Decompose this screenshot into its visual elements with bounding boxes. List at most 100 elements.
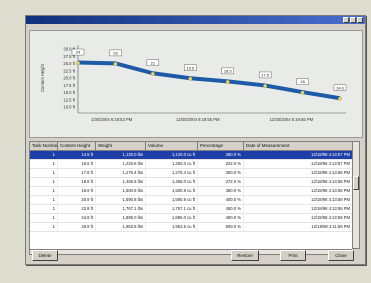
vertical-scroll-thumb[interactable]	[353, 176, 359, 190]
y-tick-label: 12.5 ft	[63, 97, 75, 102]
data-label: 19.5	[186, 65, 195, 70]
table-body: 1 14.5 ft 1,120.0 lbs 1,120.0 cu ft 280.0 % 1…	[30, 151, 353, 232]
y-axis-label: Content Height	[40, 63, 45, 92]
table-cell: 18.8 ft	[58, 178, 96, 186]
table-cell: 12/18/98 4:11:59 PM	[244, 223, 353, 231]
delete-button[interactable]: Delete	[32, 250, 58, 261]
table-cell: 1,963.5 cu ft	[146, 223, 198, 231]
data-point	[113, 61, 118, 66]
title-bar	[26, 16, 365, 24]
table-cell: 1	[30, 187, 58, 195]
maximize-button[interactable]	[350, 17, 356, 23]
column-header[interactable]: Weight	[96, 142, 146, 150]
x-tick-label: 12/30/2004 6:19:56 PM	[270, 117, 314, 122]
table-cell: 1,767.1 lbs	[96, 205, 146, 213]
table-cell: 1,465.6 lbs	[96, 178, 146, 186]
y-tick-label: 22.5 ft	[63, 68, 75, 73]
column-header[interactable]: Tank Number	[30, 142, 58, 150]
table-cell: 25.9 ft	[58, 223, 96, 231]
table-cell: 12/18/98 4:13:58 PM	[244, 205, 353, 213]
data-point	[263, 84, 268, 88]
data-label: 21	[151, 60, 156, 65]
data-point	[76, 61, 80, 65]
table-cell: 12/18/98 4:13:58 PM	[244, 178, 353, 186]
table-cell: 12/18/98 4:13:58 PM	[244, 214, 353, 222]
table-row[interactable]: 1 20.9 ft 1,590.8 lbs 1,590.8 cu ft 400.0 % 1…	[30, 196, 353, 205]
table-cell: 12/18/98 4:13:57 PM	[244, 151, 353, 159]
table-cell: 380.0 %	[198, 187, 244, 195]
table-row[interactable]: 1 14.5 ft 1,120.0 lbs 1,120.0 cu ft 280.0 % 1…	[30, 151, 353, 160]
table-cell: 1	[30, 223, 58, 231]
table-cell: 1,120.0 cu ft	[146, 151, 198, 159]
table-cell: 1	[30, 169, 58, 177]
table-cell: 1,590.8 cu ft	[146, 196, 198, 204]
table-cell: 480.0 %	[198, 214, 244, 222]
column-header[interactable]: Content Height	[58, 142, 96, 150]
table-cell: 16.5 ft	[58, 160, 96, 168]
content-height-chart: 30.0 ft 27.5 ft 25.0 ft 22.5 ft 20.0 ft 17.5 …	[29, 30, 363, 138]
column-header[interactable]: Volume	[146, 142, 198, 150]
table-cell: 322.0 %	[198, 160, 244, 168]
column-header[interactable]: Percentage	[198, 142, 244, 150]
data-point	[150, 71, 155, 76]
x-tick-label: 1/30/2004 6:19:52 PM	[91, 117, 133, 122]
tank-history-window: 30.0 ft 27.5 ft 25.0 ft 22.5 ft 20.0 ft 17.5 …	[25, 15, 366, 265]
table-cell: 1,963.5 lbs	[96, 223, 146, 231]
table-cell: 1,275.4 cu ft	[146, 169, 198, 177]
table-cell: 1,590.8 lbs	[96, 196, 146, 204]
table-row[interactable]: 1 17.8 ft 1,275.4 lbs 1,275.4 cu ft 350.0 % 1…	[30, 169, 353, 178]
measurement-table[interactable]: Tank Number Content Height Weight Volume Per…	[29, 141, 354, 251]
x-tick-label: 12/30/2004 6:19:55 PM	[176, 117, 220, 122]
table-row[interactable]: 1 18.9 ft 1,500.8 lbs 1,500.8 cu ft 380.0 % 1…	[30, 187, 353, 196]
table-cell: 500.0 %	[198, 223, 244, 231]
table-cell: 372.0 %	[198, 178, 244, 186]
table-cell: 18.9 ft	[58, 187, 96, 195]
column-header[interactable]: Date of Measurement	[244, 142, 353, 150]
table-cell: 400.0 %	[198, 196, 244, 204]
table-cell: 1,500.8 lbs	[96, 187, 146, 195]
table-header: Tank Number Content Height Weight Volume Per…	[30, 142, 353, 151]
table-cell: 1,465.0 cu ft	[146, 178, 198, 186]
y-tick-label: 20.0 ft	[63, 76, 75, 81]
data-label: 18.5	[224, 69, 233, 74]
table-row[interactable]: 1 25.9 ft 1,963.5 lbs 1,963.5 cu ft 500.0 % 1…	[30, 223, 353, 232]
table-cell: 1	[30, 214, 58, 222]
table-cell: 1	[30, 151, 58, 159]
y-tick-label: 17.5 ft	[63, 83, 75, 88]
data-label: 17.5	[261, 73, 270, 78]
table-cell: 17.8 ft	[58, 169, 96, 177]
table-cell: 24.9 ft	[58, 214, 96, 222]
data-label: 24	[76, 50, 81, 55]
chart-svg: 30.0 ft27.5 ft25.0 ft22.5 ft20.0 ft17.5 …	[40, 45, 347, 122]
minimize-button[interactable]	[343, 17, 349, 23]
table-cell: 1,885.0 cu ft	[146, 214, 198, 222]
table-cell: 1,500.8 cu ft	[146, 187, 198, 195]
table-cell: 450.0 %	[198, 205, 244, 213]
data-point	[188, 76, 193, 81]
print-button[interactable]: Print	[280, 250, 306, 261]
table-cell: 20.9 ft	[58, 196, 96, 204]
y-tick-label: 15.0 ft	[63, 90, 75, 95]
close-button[interactable]: Close	[328, 250, 354, 261]
table-cell: 1,120.0 lbs	[96, 151, 146, 159]
table-row[interactable]: 1 16.5 ft 1,220.6 lbs 1,250.0 cu ft 322.0 % 1…	[30, 160, 353, 169]
table-cell: 280.0 %	[198, 151, 244, 159]
table-cell: 1,885.0 lbs	[96, 214, 146, 222]
table-cell: 1	[30, 205, 58, 213]
table-cell: 350.0 %	[198, 169, 244, 177]
data-point	[300, 90, 305, 95]
table-cell: 1,220.6 lbs	[96, 160, 146, 168]
y-tick-label: 10.0 ft	[63, 105, 75, 110]
table-cell: 12/18/98 4:13:57 PM	[244, 160, 353, 168]
table-row[interactable]: 1 22.9 ft 1,767.1 lbs 1,767.1 cu ft 450.0 % 1…	[30, 205, 353, 214]
table-cell: 1	[30, 178, 58, 186]
close-window-button[interactable]	[357, 17, 363, 23]
table-cell: 12/18/98 4:13:58 PM	[244, 169, 353, 177]
restore-button[interactable]: Restore	[231, 250, 259, 261]
data-label: 23	[113, 51, 118, 56]
table-cell: 1	[30, 196, 58, 204]
table-cell: 22.9 ft	[58, 205, 96, 213]
table-row[interactable]: 1 24.9 ft 1,885.0 lbs 1,885.0 cu ft 480.0 % 1…	[30, 214, 353, 223]
table-row[interactable]: 1 18.8 ft 1,465.6 lbs 1,465.0 cu ft 372.0 % 1…	[30, 178, 353, 187]
vertical-scrollbar[interactable]	[352, 141, 360, 249]
